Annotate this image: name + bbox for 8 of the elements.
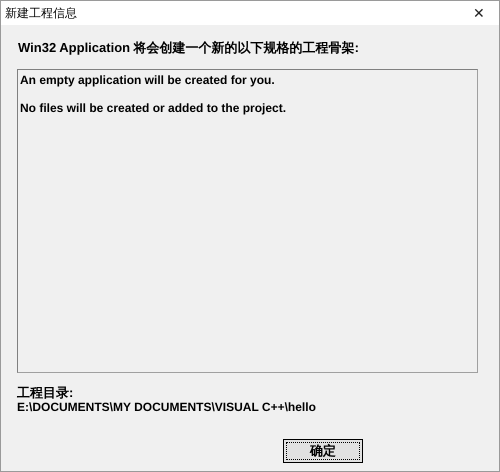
heading-text: Win32 Application 将会创建一个新的以下规格的工程骨架:: [18, 39, 360, 57]
directory-label: 工程目录:: [17, 385, 74, 400]
window-title: 新建工程信息: [5, 4, 77, 22]
info-line: No files will be created or added to the project.: [20, 101, 288, 115]
close-button[interactable]: ✕: [459, 1, 499, 25]
info-line: An empty application will be created for you.: [20, 73, 276, 87]
directory-path: E:\DOCUMENTS\MY DOCUMENTS\VISUAL C++\hello: [17, 400, 317, 414]
ok-button[interactable]: 确定: [283, 439, 363, 463]
